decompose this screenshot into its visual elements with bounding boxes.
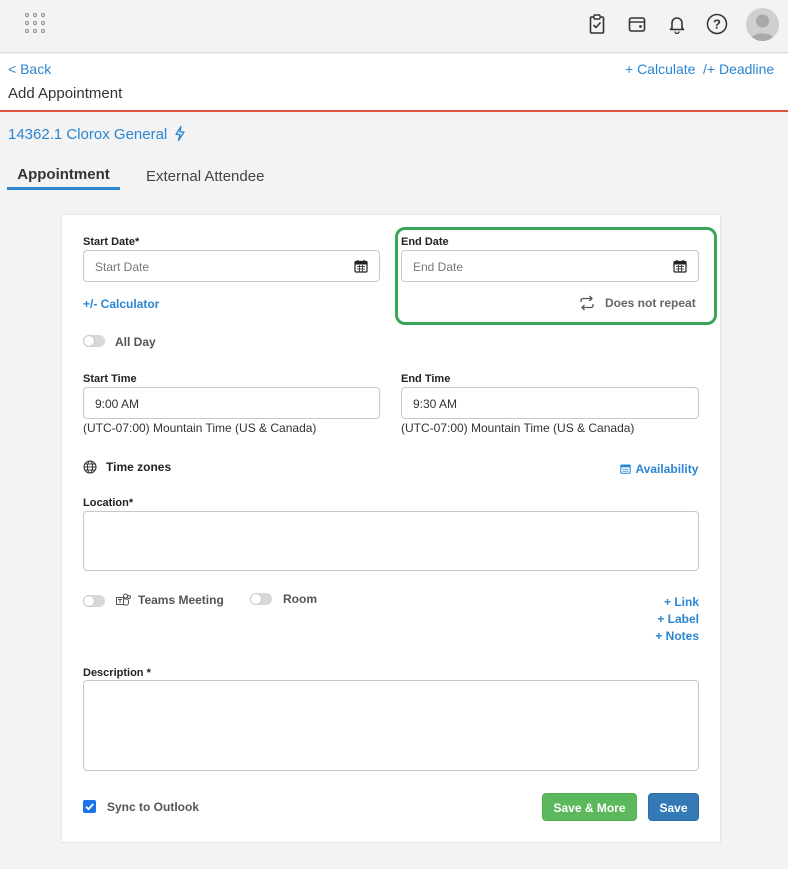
help-icon[interactable]: ? [706, 13, 728, 35]
start-time-value: 9:00 AM [95, 397, 140, 411]
end-time-value: 9:30 AM [413, 397, 458, 411]
location-input[interactable] [83, 511, 699, 571]
wallet-icon[interactable] [627, 14, 647, 34]
user-avatar-icon[interactable] [746, 8, 779, 41]
add-label-link[interactable]: + Label [657, 612, 699, 626]
start-time-label: Start Time [83, 373, 137, 385]
end-time-label: End Time [401, 373, 451, 385]
time-zones-label: Time zones [106, 460, 172, 474]
sync-outlook-label: Sync to Outlook [107, 800, 200, 814]
location-label: Location* [83, 497, 134, 509]
matter-link[interactable]: 14362.1 Clorox General [8, 125, 186, 143]
teams-icon [116, 593, 131, 606]
bell-icon[interactable] [667, 14, 687, 34]
start-date-input[interactable]: Start Date [83, 250, 380, 282]
add-link-link[interactable]: + Link [664, 595, 699, 609]
description-label: Description * [83, 667, 151, 679]
availability-link[interactable]: Availability [620, 460, 698, 478]
apps-grid-icon[interactable] [25, 13, 47, 35]
end-date-highlight [395, 227, 717, 325]
svg-text:?: ? [713, 17, 721, 32]
teams-meeting-label: Teams Meeting [138, 593, 224, 607]
availability-label: Availability [635, 462, 699, 476]
calculator-link[interactable]: +/- Calculator [83, 297, 159, 311]
save-and-more-button[interactable]: Save & More [542, 793, 637, 821]
page-title: Add Appointment [8, 85, 123, 102]
end-timezone-text: (UTC-07:00) Mountain Time (US & Canada) [401, 421, 635, 435]
back-link[interactable]: < Back [8, 61, 51, 77]
end-time-input[interactable]: 9:30 AM [401, 387, 699, 419]
lightning-icon [175, 125, 186, 142]
add-notes-link[interactable]: + Notes [655, 629, 699, 643]
globe-icon [83, 460, 97, 474]
teams-meeting-toggle[interactable] [83, 595, 105, 607]
top-bar: ? [0, 0, 788, 53]
calendar-icon [620, 464, 631, 474]
page-header: < Back Add Appointment + Calculate /+ De… [0, 54, 788, 112]
all-day-label: All Day [115, 335, 156, 349]
repeat-label: Does not repeat [605, 296, 696, 310]
start-date-placeholder: Start Date [95, 260, 150, 274]
checkmark-icon [85, 803, 94, 811]
start-date-label: Start Date* [83, 236, 140, 248]
all-day-toggle[interactable] [83, 335, 105, 347]
sync-outlook-checkbox[interactable] [83, 800, 96, 813]
tab-appointment[interactable]: Appointment [7, 165, 120, 190]
room-toggle[interactable] [250, 593, 272, 605]
save-button[interactable]: Save [648, 793, 699, 821]
deadline-link[interactable]: /+ Deadline [703, 61, 774, 77]
description-input[interactable] [83, 680, 699, 771]
start-timezone-text: (UTC-07:00) Mountain Time (US & Canada) [83, 421, 317, 435]
tab-external-attendee[interactable]: External Attendee [146, 165, 264, 190]
repeat-icon [580, 295, 594, 311]
calendar-icon[interactable] [354, 259, 368, 273]
matter-label: 14362.1 Clorox General [8, 126, 168, 143]
room-label: Room [283, 592, 317, 606]
calculate-link[interactable]: + Calculate [625, 61, 695, 77]
start-time-input[interactable]: 9:00 AM [83, 387, 380, 419]
clipboard-check-icon[interactable] [587, 14, 607, 34]
